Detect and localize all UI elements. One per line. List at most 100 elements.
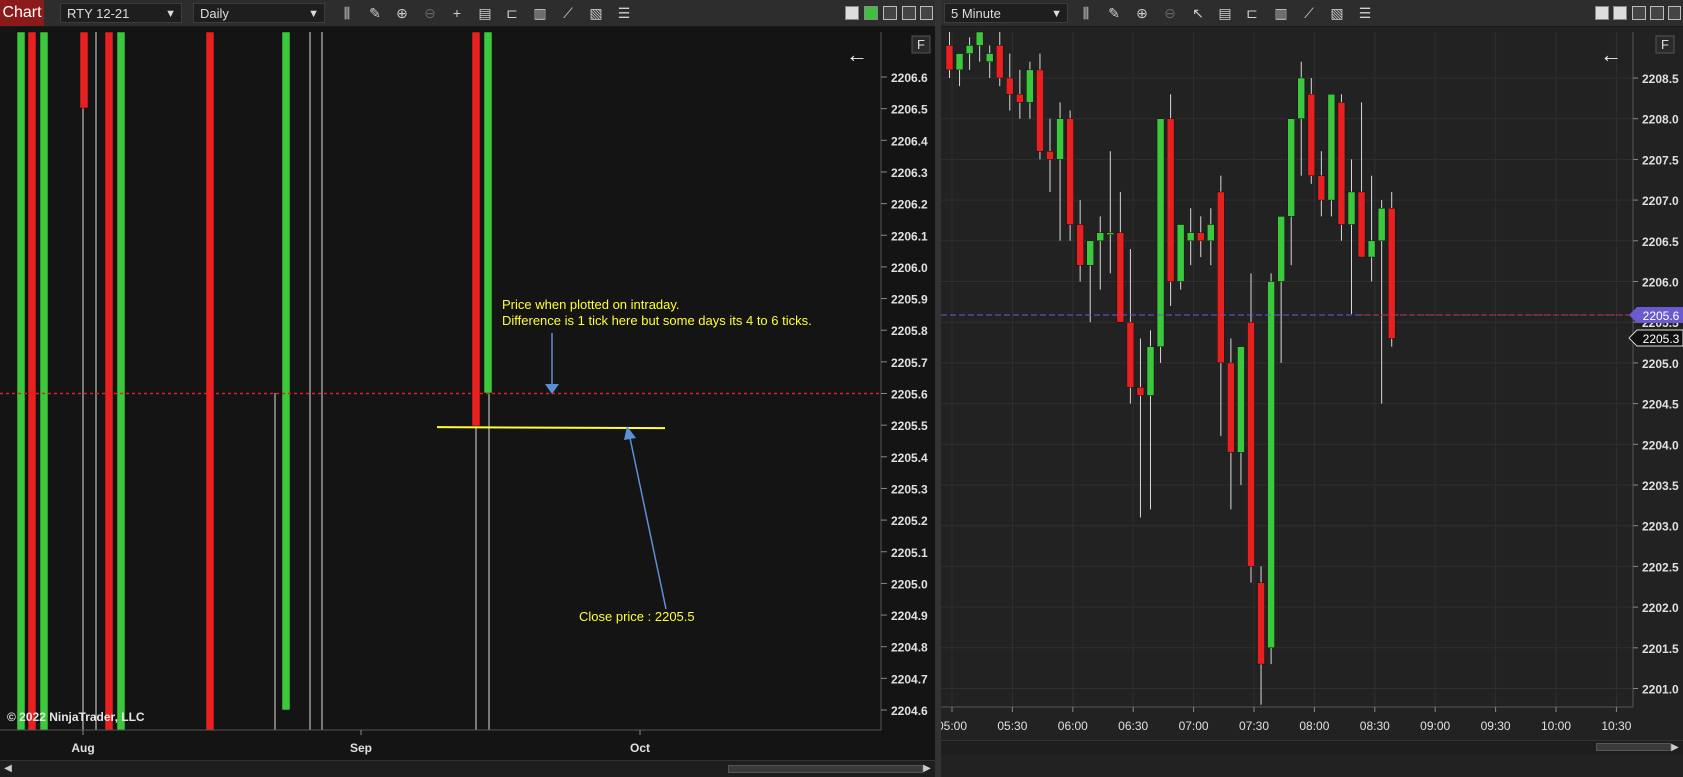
daily-candle[interactable] [281,31,291,711]
candle-body[interactable] [985,53,994,62]
plot-area [941,32,1633,707]
scroll-left-icon[interactable]: ◀ [2,762,14,776]
candle-body[interactable] [1166,118,1175,282]
close-price-line [436,426,666,430]
x-tick-label: 08:30 [1360,719,1390,733]
candle-body[interactable] [1096,232,1104,242]
candle-body[interactable] [1136,387,1145,396]
daily-candle[interactable] [16,31,26,731]
candle-body[interactable] [1257,582,1265,665]
x-tick-label: 05:00 [941,719,967,733]
daily-candle[interactable] [205,31,215,731]
back-arrow-icon[interactable]: ← [1600,42,1622,67]
y-tick-label: 2205.8 [891,324,928,338]
candle-body[interactable] [1156,118,1165,347]
y-tick-label: 2202.0 [1642,601,1679,615]
candle-body[interactable] [996,45,1004,79]
candle-body[interactable] [1207,224,1215,242]
y-tick-label: 2204.7 [891,672,928,686]
candle-body[interactable] [1367,240,1376,258]
scroll-thumb[interactable] [1596,743,1671,751]
candle-body[interactable] [1287,118,1295,217]
y-tick-label: 2205.2 [891,514,928,528]
candle-body[interactable] [1006,77,1014,95]
candle-body[interactable] [1106,232,1115,235]
candle-body[interactable] [1327,94,1336,201]
back-arrow-icon[interactable]: ← [846,42,868,67]
candle-body[interactable] [1076,224,1084,266]
candle-body[interactable] [1146,346,1155,396]
y-tick-label: 2205.0 [1642,357,1679,371]
candle-body[interactable] [1086,240,1094,266]
y-tick-label: 2206.0 [1642,276,1679,290]
daily-candle[interactable] [79,31,89,109]
y-tick-label: 2203.0 [1642,520,1679,534]
candle-body[interactable] [1197,232,1205,242]
candle-body[interactable] [1277,216,1285,282]
candle-body[interactable] [1116,232,1125,323]
daily-candle[interactable] [27,31,37,731]
candle-body[interactable] [1247,321,1255,567]
candle-body[interactable] [945,45,954,71]
daily-candle[interactable] [104,31,114,731]
annotation-line-1: Price when plotted on intraday. [502,297,680,312]
candle-body[interactable] [1056,118,1064,160]
daily-candle[interactable] [39,31,49,731]
x-tick-label: 10:30 [1601,719,1631,733]
intraday-price-chart[interactable]: F ← 2208.5 2208.0 2207.5 2207.0 2206.5 2206.0… [941,0,1683,761]
candle-body[interactable] [965,45,974,54]
candle-body[interactable] [1066,118,1074,225]
candle-body[interactable] [1337,102,1346,225]
candle-body[interactable] [1046,151,1054,160]
daily-price-chart[interactable]: Price when plotted on intraday. Differen… [0,0,935,761]
candle-body[interactable] [1377,207,1386,242]
scroll-right-icon[interactable]: ▶ [921,762,933,776]
candle-body[interactable] [1126,321,1135,388]
y-tick-label: 2208.0 [1642,113,1679,127]
right-time-scrollbar[interactable]: ▶ [941,740,1683,755]
x-tick-label: 06:00 [1058,719,1088,733]
candle-body[interactable] [1267,281,1275,649]
candle-body[interactable] [1237,346,1245,453]
y-tick-label: 2205.7 [891,356,928,370]
candle-body[interactable] [1016,94,1024,103]
y-tick-label: 2207.5 [1642,153,1679,167]
y-tick-label: 2204.9 [891,609,928,623]
y-tick-label: 2205.3 [891,482,928,496]
y-tick-label: 2206.5 [891,103,928,117]
candle-body[interactable] [1186,232,1195,242]
candle-body[interactable] [1387,207,1396,339]
candle-body[interactable] [1026,69,1034,103]
x-tick-label: Oct [630,741,650,755]
x-tick-label: 10:00 [1541,719,1571,733]
y-tick-label: 2206.1 [891,229,928,243]
daily-candle[interactable] [116,31,126,731]
f-button-label: F [917,37,925,52]
x-tick-label: Sep [350,741,372,755]
intraday-chart-panel: 5 Minute ▼ ⫼ ✎ ⊕ ⊖ ↖ ▤ ⊏ ▥ ⟋ ▧ ☰ F ← 220… [941,0,1683,777]
left-time-scrollbar[interactable]: ◀ ▶ [0,760,935,777]
y-tick-label: 2204.0 [1642,438,1679,452]
candle-body[interactable] [1217,191,1225,364]
candle-body[interactable] [1307,94,1316,176]
candle-body[interactable] [1036,69,1044,152]
scroll-thumb[interactable] [728,765,923,773]
candle-body[interactable] [1297,77,1305,119]
candle-body[interactable] [975,31,984,46]
y-tick-label: 2201.5 [1642,642,1679,656]
close-price-marker-label: 2205.3 [1643,332,1680,346]
y-tick-label: 2205.9 [891,293,928,307]
daily-candle[interactable] [483,31,493,394]
y-tick-label: 2206.3 [891,166,928,180]
candle-body[interactable] [1176,224,1185,282]
candle-body[interactable] [1357,191,1366,258]
x-tick-label: Aug [71,741,94,755]
daily-candle[interactable] [471,31,481,427]
candle-body[interactable] [1347,191,1356,225]
y-tick-label: 2204.6 [891,704,928,718]
scroll-right-icon[interactable]: ▶ [1669,741,1681,755]
y-tick-label: 2203.5 [1642,479,1679,493]
candle-body[interactable] [1227,362,1235,453]
candle-body[interactable] [1317,175,1326,201]
candle-body[interactable] [955,53,964,71]
